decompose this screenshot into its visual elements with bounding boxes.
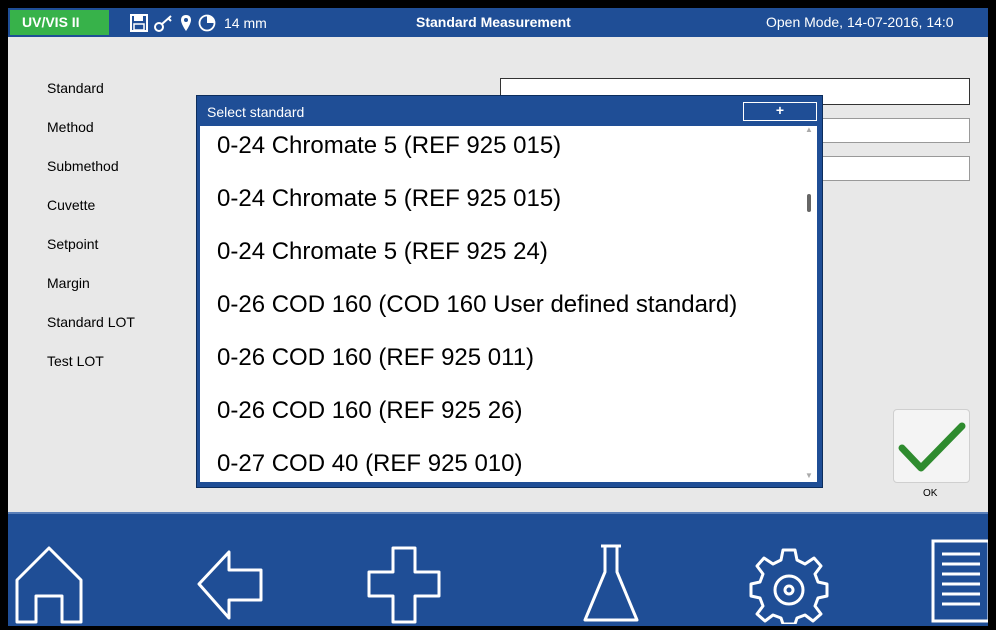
settings-button[interactable] <box>748 526 830 624</box>
menu-button[interactable] <box>920 526 988 624</box>
add-standard-button[interactable]: + <box>743 102 817 121</box>
top-status-bar: UV/VIS II 14 mm Standard Measurement Ope… <box>8 8 988 37</box>
back-button[interactable] <box>189 526 271 624</box>
standard-lot-label: Standard LOT <box>47 314 135 330</box>
cuvette-circle-icon <box>198 14 216 32</box>
submethod-field[interactable] <box>816 156 970 181</box>
status-icons: 14 mm <box>130 13 267 33</box>
method-field[interactable] <box>816 118 970 143</box>
ok-button[interactable] <box>893 409 970 483</box>
list-item[interactable]: 0-27 COD 40 (REF 925 010) <box>217 450 522 478</box>
save-icon <box>130 14 148 32</box>
scrollbar-thumb[interactable] <box>807 194 811 212</box>
method-label: Method <box>47 119 94 135</box>
select-standard-dialog: Select standard + 0-24 Chromate 5 (REF 9… <box>197 96 822 487</box>
ok-label: OK <box>923 488 938 499</box>
list-item[interactable]: 0-26 COD 160 (REF 925 26) <box>217 397 522 425</box>
bottom-nav-bar <box>8 512 988 626</box>
dialog-title: Select standard <box>207 104 305 120</box>
location-pin-icon <box>180 14 192 32</box>
checkmark-icon <box>894 422 971 488</box>
list-item[interactable]: 0-24 Chromate 5 (REF 925 015) <box>217 132 561 160</box>
standard-label: Standard <box>47 80 104 96</box>
home-icon <box>12 544 86 624</box>
list-item[interactable]: 0-24 Chromate 5 (REF 925 24) <box>217 238 548 266</box>
key-icon <box>154 14 174 32</box>
list-item[interactable]: 0-26 COD 160 (REF 925 011) <box>217 344 534 372</box>
dialog-header: Select standard + <box>199 98 820 125</box>
back-arrow-icon <box>195 544 265 624</box>
setpoint-label: Setpoint <box>47 236 99 252</box>
margin-label: Margin <box>47 275 90 291</box>
page-title: Standard Measurement <box>416 14 571 30</box>
standard-list[interactable]: 0-24 Chromate 5 (REF 925 015) 0-24 Chrom… <box>200 126 817 482</box>
flask-icon <box>581 542 641 624</box>
sample-button[interactable] <box>570 526 652 624</box>
menu-list-icon <box>930 538 988 624</box>
gear-icon <box>749 544 829 624</box>
scroll-up-arrow-icon[interactable]: ▲ <box>805 126 813 134</box>
cuvette-size-label: 14 mm <box>224 15 267 31</box>
cuvette-label: Cuvette <box>47 197 96 213</box>
submethod-label: Submethod <box>47 158 119 174</box>
app-screen: UV/VIS II 14 mm Standard Measurement Ope… <box>8 8 988 626</box>
mode-datetime: Open Mode, 14-07-2016, 14:0 <box>766 14 954 30</box>
home-button[interactable] <box>8 526 90 624</box>
test-lot-label: Test LOT <box>47 353 104 369</box>
list-item[interactable]: 0-24 Chromate 5 (REF 925 015) <box>217 185 561 213</box>
device-tag: UV/VIS II <box>10 10 109 35</box>
add-button[interactable] <box>363 526 445 624</box>
plus-icon <box>367 544 441 624</box>
scroll-down-arrow-icon[interactable]: ▼ <box>805 471 813 480</box>
list-item[interactable]: 0-26 COD 160 (COD 160 User defined stand… <box>217 291 737 319</box>
